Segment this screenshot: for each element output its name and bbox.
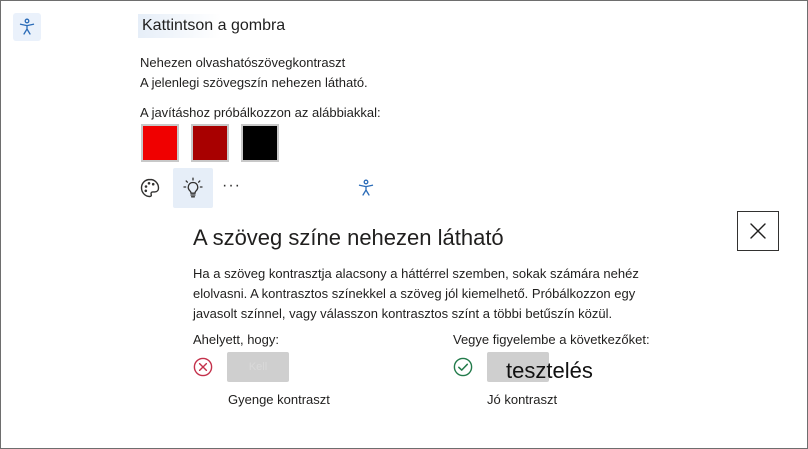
palette-button[interactable] xyxy=(130,168,170,208)
bad-contrast-caption: Gyenge kontraszt xyxy=(228,392,330,407)
lightbulb-icon xyxy=(183,177,203,198)
issue-title: Nehezen olvashatószövegkontraszt xyxy=(140,55,346,70)
suggestion-label: A javításhoz próbálkozzon az alábbiakkal… xyxy=(140,105,381,120)
close-icon xyxy=(750,223,766,239)
accessibility-icon[interactable] xyxy=(13,13,41,41)
swatch-bright-red[interactable] xyxy=(141,124,179,162)
panel-body: Ha a szöveg kontrasztja alacsony a hátté… xyxy=(193,266,639,321)
bad-sample-text: Kell xyxy=(248,361,268,373)
good-contrast-caption: Jó kontraszt xyxy=(487,392,558,407)
swatch-dark-red[interactable] xyxy=(191,124,229,162)
panel-heading: A szöveg színe nehezen látható xyxy=(193,225,504,250)
consider-label: Vegye figyelembe a következőket: xyxy=(453,332,650,347)
palette-icon xyxy=(140,178,160,198)
issue-description: A jelenlegi szövegszín nehezen látható. xyxy=(140,75,368,90)
instead-label: Ahelyett, hogy: xyxy=(193,332,279,347)
accessibility-icon xyxy=(358,179,374,196)
good-sample-text: tesztelés xyxy=(506,358,593,383)
click-button-title[interactable]: Kattintson a gombra xyxy=(138,14,290,38)
bad-contrast-sample: Kell xyxy=(227,352,289,382)
accessibility-icon-secondary[interactable] xyxy=(352,174,380,202)
swatch-black[interactable] xyxy=(241,124,279,162)
accessibility-icon-glyph xyxy=(19,18,35,35)
check-circle-icon xyxy=(453,357,473,382)
more-options-button[interactable]: ··· xyxy=(222,178,241,194)
close-button[interactable] xyxy=(737,211,779,251)
error-circle-icon xyxy=(193,357,213,382)
lightbulb-button[interactable] xyxy=(173,168,213,208)
